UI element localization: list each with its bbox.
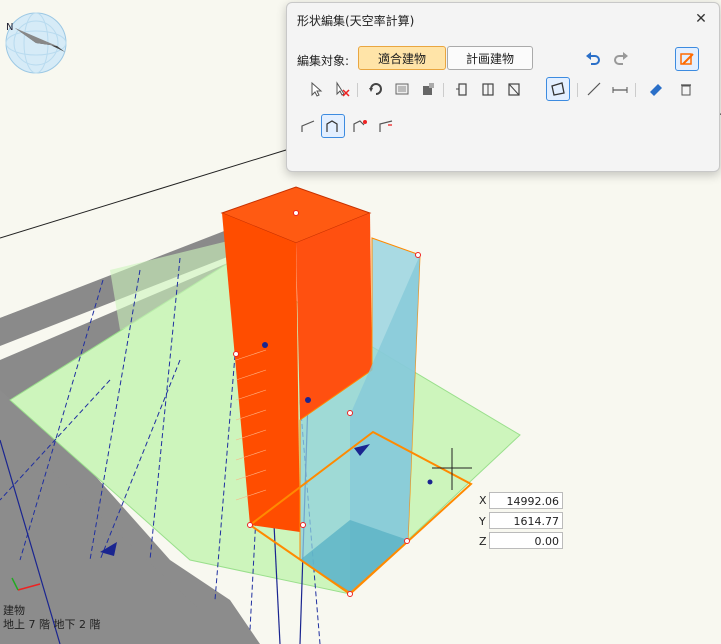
undo-icon[interactable] [582, 48, 604, 70]
slope-b-icon[interactable] [321, 114, 345, 138]
building-icon[interactable] [477, 78, 499, 100]
compass-north-label: N [6, 22, 14, 33]
z-coord-field[interactable]: 0.00 [489, 532, 563, 549]
compass-icon[interactable] [5, 12, 67, 74]
line-icon[interactable] [583, 78, 605, 100]
target-conforming-building-button[interactable]: 適合建物 [358, 46, 446, 70]
y-coord-label: Y [479, 515, 486, 528]
status-floors: 地上 7 階 地下 2 階 [3, 618, 101, 631]
slice-icon[interactable] [503, 78, 525, 100]
image-icon[interactable] [391, 78, 413, 100]
target-planned-building-button[interactable]: 計画建物 [447, 46, 533, 70]
dimension-icon[interactable] [609, 78, 631, 100]
edit-target-label: 編集対象: [297, 54, 350, 68]
select-arrow-icon[interactable] [305, 78, 327, 100]
panel-title: 形状編集(天空率計算) [297, 14, 415, 28]
x-coord-field[interactable]: 14992.06 [489, 492, 563, 509]
deselect-icon[interactable] [331, 78, 353, 100]
close-icon[interactable]: ✕ [691, 9, 711, 29]
slope-add-icon[interactable] [349, 115, 371, 137]
eraser-icon[interactable] [645, 78, 667, 100]
cube-add-icon[interactable] [417, 78, 439, 100]
slope-a-icon[interactable] [297, 115, 319, 137]
edit-face-icon[interactable] [546, 77, 570, 101]
z-coord-label: Z [479, 535, 487, 548]
redo-icon[interactable] [610, 48, 632, 70]
settings-icon[interactable] [675, 47, 699, 71]
y-coord-field[interactable]: 1614.77 [489, 512, 563, 529]
shape-edit-panel: 形状編集(天空率計算) ✕ 編集対象: 適合建物 計画建物 [286, 2, 720, 172]
extrude-icon[interactable] [451, 78, 473, 100]
trash-icon[interactable] [675, 78, 697, 100]
slope-edit-icon[interactable] [375, 115, 397, 137]
x-coord-label: X [479, 494, 487, 507]
rotate-view-icon[interactable] [365, 78, 387, 100]
